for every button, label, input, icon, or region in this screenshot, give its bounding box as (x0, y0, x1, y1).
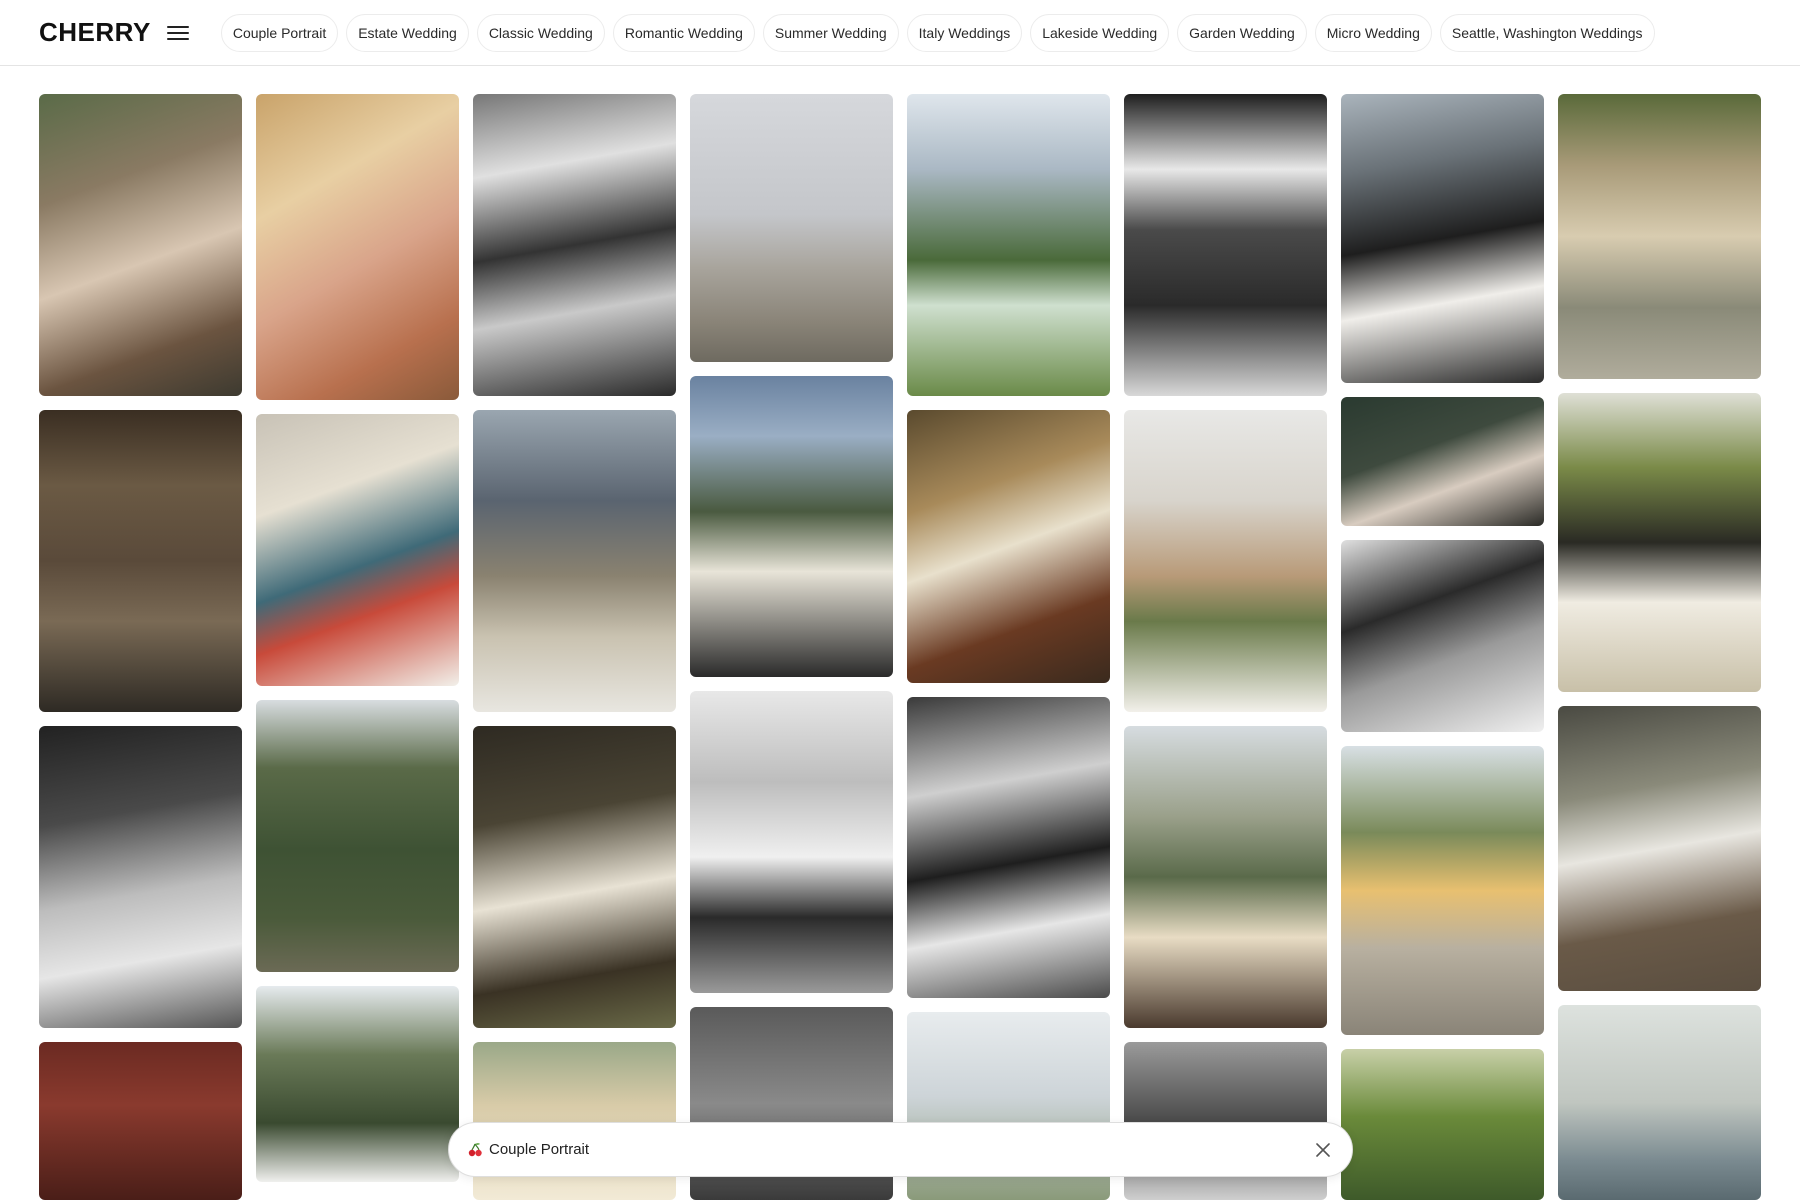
category-pill-garden-wedding[interactable]: Garden Wedding (1177, 13, 1307, 52)
photo-card[interactable] (690, 94, 893, 362)
category-pill-lakeside-wedding[interactable]: Lakeside Wedding (1030, 13, 1170, 52)
photo-card[interactable] (1341, 746, 1544, 1035)
category-pill-estate-wedding[interactable]: Estate Wedding (346, 13, 469, 52)
photo-card[interactable] (256, 986, 459, 1182)
photo-card[interactable] (1341, 1048, 1544, 1200)
photo-card[interactable] (1558, 94, 1761, 380)
cherry-logo[interactable]: CHERRY (39, 17, 151, 48)
grid-column (39, 94, 242, 1200)
photo-card[interactable] (1558, 393, 1761, 692)
category-pill-micro-wedding[interactable]: Micro Wedding (1314, 13, 1432, 52)
grid-column (1341, 94, 1544, 1200)
photo-card[interactable] (1341, 540, 1544, 733)
active-category-label: Couple Portrait (489, 1141, 590, 1158)
category-pill-couple-portrait[interactable]: Couple Portrait (220, 13, 339, 52)
grid-column (907, 94, 1110, 1200)
photo-card[interactable] (473, 94, 676, 397)
grid-column (473, 94, 676, 1200)
category-pill-romantic-wedding[interactable]: Romantic Wedding (612, 13, 755, 52)
photo-card[interactable] (473, 410, 676, 713)
close-icon[interactable] (1312, 1139, 1334, 1161)
photo-card[interactable] (256, 414, 459, 686)
photo-card[interactable] (690, 691, 893, 993)
photo-card[interactable] (256, 94, 459, 400)
grid-column (256, 94, 459, 1200)
grid-column (690, 94, 893, 1200)
hamburger-menu-icon[interactable] (166, 24, 189, 42)
photo-card[interactable] (39, 94, 242, 397)
cherry-icon (468, 1142, 482, 1156)
photo-card[interactable] (1124, 726, 1327, 1029)
category-pills: Couple Portrait Estate Wedding Classic W… (220, 13, 1655, 52)
photo-card[interactable] (1341, 94, 1544, 384)
photo-card[interactable] (907, 410, 1110, 684)
photo-masonry-grid (39, 94, 1762, 1200)
grid-column (1124, 94, 1327, 1200)
photo-card[interactable] (473, 726, 676, 1029)
photo-card[interactable] (907, 94, 1110, 397)
photo-card[interactable] (690, 375, 893, 678)
photo-card[interactable] (39, 726, 242, 1029)
photo-card[interactable] (1558, 705, 1761, 991)
category-pill-italy-weddings[interactable]: Italy Weddings (906, 13, 1023, 52)
grid-column (1558, 94, 1761, 1200)
active-category-bar: Couple Portrait (448, 1122, 1353, 1177)
photo-card[interactable] (39, 410, 242, 713)
photo-card[interactable] (1558, 1004, 1761, 1200)
category-pill-classic-wedding[interactable]: Classic Wedding (476, 13, 605, 52)
photo-card[interactable] (1124, 94, 1327, 397)
category-pill-summer-wedding[interactable]: Summer Wedding (762, 13, 899, 52)
category-pill-seattle-washington-weddings[interactable]: Seattle, Washington Weddings (1439, 13, 1655, 52)
photo-card[interactable] (1124, 410, 1327, 713)
photo-card[interactable] (39, 1042, 242, 1200)
top-navigation-bar: CHERRY Couple Portrait Estate Wedding Cl… (0, 0, 1800, 66)
photo-card[interactable] (1341, 397, 1544, 527)
photo-card[interactable] (256, 700, 459, 972)
photo-card[interactable] (907, 697, 1110, 999)
